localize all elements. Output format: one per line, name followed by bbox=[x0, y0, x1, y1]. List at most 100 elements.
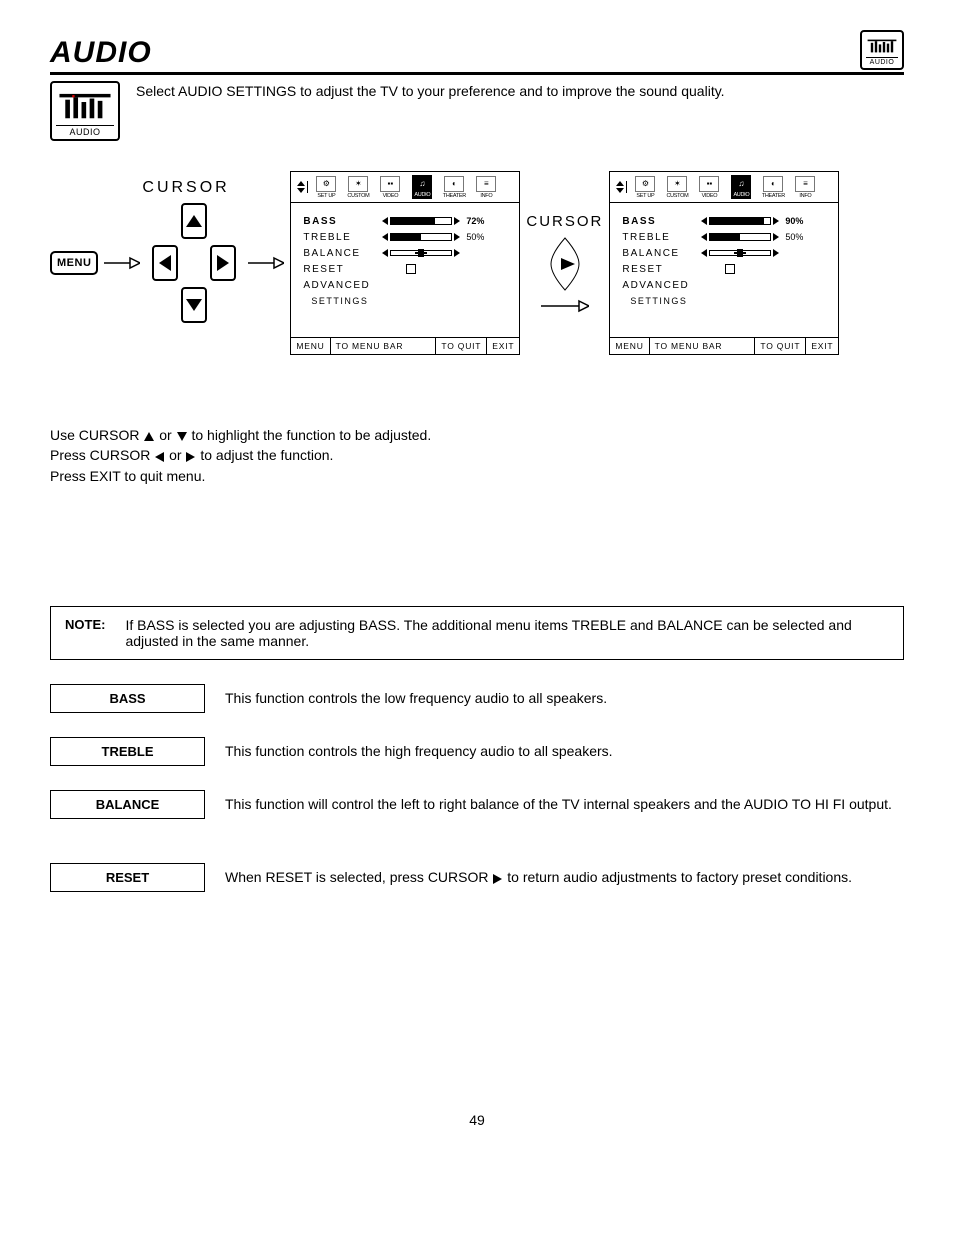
osd-label-settings: SETTINGS bbox=[303, 296, 378, 306]
osd-label-bass: BASS bbox=[622, 216, 697, 227]
cursor-up-button[interactable] bbox=[181, 203, 207, 239]
osd-row-advanced[interactable]: ADVANCED bbox=[622, 277, 828, 293]
header-divider bbox=[50, 72, 904, 75]
cursor-left-button[interactable] bbox=[152, 245, 178, 281]
definition-balance: BALANCE This function will control the l… bbox=[50, 790, 904, 819]
osd-row-settings: SETTINGS bbox=[303, 293, 509, 309]
reset-checkbox[interactable] bbox=[725, 264, 735, 274]
osd-row-settings: SETTINGS bbox=[622, 293, 828, 309]
osd-label-bass: BASS bbox=[303, 216, 378, 227]
def-box-reset: RESET bbox=[50, 863, 205, 892]
treble-value: 50% bbox=[464, 232, 484, 242]
osd-label-treble: TREBLE bbox=[622, 232, 697, 243]
tab-theater[interactable]: ◐THEATER bbox=[758, 176, 788, 199]
balance-slider[interactable] bbox=[382, 249, 460, 257]
osd-row-bass[interactable]: BASS 72% bbox=[303, 213, 509, 229]
intro-text: Select AUDIO SETTINGS to adjust the TV t… bbox=[136, 83, 725, 99]
footer-to-quit: TO QUIT bbox=[755, 338, 806, 354]
footer-to-menu-bar: TO MENU BAR bbox=[331, 338, 437, 354]
equalizer-icon bbox=[56, 86, 114, 125]
tab-setup[interactable]: ⚙SET UP bbox=[630, 176, 660, 199]
audio-icon-intro: AUDIO bbox=[50, 81, 120, 141]
footer-menu: MENU bbox=[610, 338, 649, 354]
tab-video[interactable]: ▪▪VIDEO bbox=[694, 176, 724, 199]
flow-arrow-icon bbox=[248, 255, 284, 271]
osd-row-bass[interactable]: BASS 90% bbox=[622, 213, 828, 229]
footer-exit: EXIT bbox=[806, 338, 838, 354]
right-triangle-icon bbox=[493, 874, 502, 884]
definition-treble: TREBLE This function controls the high f… bbox=[50, 737, 904, 766]
osd-screen-right: ⚙SET UP ✶CUSTOM ▪▪VIDEO ♫AUDIO ◐THEATER … bbox=[609, 171, 839, 355]
treble-slider[interactable] bbox=[701, 233, 779, 241]
tab-custom[interactable]: ✶CUSTOM bbox=[662, 176, 692, 199]
osd-label-reset: RESET bbox=[622, 264, 697, 275]
osd-tab-bar: ⚙SET UP ✶CUSTOM ▪▪VIDEO ♫AUDIO ◐THEATER … bbox=[291, 172, 519, 203]
menu-block: MENU bbox=[50, 251, 140, 275]
topbar-scroll-icon bbox=[614, 181, 627, 193]
audio-icon-label: AUDIO bbox=[866, 57, 898, 66]
osd-row-treble[interactable]: TREBLE 50% bbox=[622, 229, 828, 245]
osd-row-balance[interactable]: BALANCE bbox=[303, 245, 509, 261]
bass-value: 72% bbox=[464, 216, 484, 226]
note-label: NOTE: bbox=[65, 617, 105, 649]
footer-to-quit: TO QUIT bbox=[436, 338, 487, 354]
osd-tab-bar: ⚙SET UP ✶CUSTOM ▪▪VIDEO ♫AUDIO ◐THEATER … bbox=[610, 172, 838, 203]
tab-custom[interactable]: ✶CUSTOM bbox=[343, 176, 373, 199]
osd-row-reset[interactable]: RESET bbox=[303, 261, 509, 277]
osd-footer: MENU TO MENU BAR TO QUIT EXIT bbox=[610, 337, 838, 354]
osd-row-advanced[interactable]: ADVANCED bbox=[303, 277, 509, 293]
diagram-area: MENU CURSOR ⚙SET UP ✶CUSTOM ▪▪VIDEO ♫AUD… bbox=[50, 171, 904, 355]
definition-bass: BASS This function controls the low freq… bbox=[50, 684, 904, 713]
osd-label-balance: BALANCE bbox=[303, 248, 378, 259]
tab-audio[interactable]: ♫AUDIO bbox=[407, 175, 437, 199]
instruction-line-1: Use CURSOR or to highlight the function … bbox=[50, 425, 904, 445]
menu-button[interactable]: MENU bbox=[50, 251, 98, 275]
footer-exit: EXIT bbox=[487, 338, 519, 354]
osd-row-treble[interactable]: TREBLE 50% bbox=[303, 229, 509, 245]
tab-info[interactable]: ≡INFO bbox=[790, 176, 820, 199]
down-triangle-icon bbox=[177, 432, 187, 441]
balance-slider[interactable] bbox=[701, 249, 779, 257]
bass-slider[interactable] bbox=[701, 217, 779, 225]
page-title: AUDIO bbox=[50, 36, 152, 70]
bass-slider[interactable] bbox=[382, 217, 460, 225]
def-text-treble: This function controls the high frequenc… bbox=[225, 743, 904, 759]
footer-menu: MENU bbox=[291, 338, 330, 354]
osd-row-balance[interactable]: BALANCE bbox=[622, 245, 828, 261]
instruction-line-3: Press EXIT to quit menu. bbox=[50, 466, 904, 486]
cursor-label: CURSOR bbox=[142, 179, 229, 197]
dpad-outline-icon bbox=[541, 234, 589, 294]
note-box: NOTE: If BASS is selected you are adjust… bbox=[50, 606, 904, 660]
def-text-bass: This function controls the low frequency… bbox=[225, 690, 904, 706]
def-box-balance: BALANCE bbox=[50, 790, 205, 819]
def-box-treble: TREBLE bbox=[50, 737, 205, 766]
treble-slider[interactable] bbox=[382, 233, 460, 241]
cursor-label: CURSOR bbox=[526, 213, 603, 230]
note-text: If BASS is selected you are adjusting BA… bbox=[125, 617, 889, 649]
tab-video[interactable]: ▪▪VIDEO bbox=[375, 176, 405, 199]
dpad bbox=[146, 203, 242, 323]
tab-theater[interactable]: ◐THEATER bbox=[439, 176, 469, 199]
instruction-line-2: Press CURSOR or to adjust the function. bbox=[50, 445, 904, 465]
page-number: 49 bbox=[50, 1112, 904, 1128]
cursor-down-button[interactable] bbox=[181, 287, 207, 323]
tab-info[interactable]: ≡INFO bbox=[471, 176, 501, 199]
audio-icon-top-right: AUDIO bbox=[860, 30, 904, 70]
osd-label-advanced: ADVANCED bbox=[622, 280, 697, 291]
equalizer-icon bbox=[866, 35, 898, 57]
footer-to-menu-bar: TO MENU BAR bbox=[650, 338, 756, 354]
def-box-bass: BASS bbox=[50, 684, 205, 713]
cursor-right-button[interactable] bbox=[210, 245, 236, 281]
reset-checkbox[interactable] bbox=[406, 264, 416, 274]
osd-label-settings: SETTINGS bbox=[622, 296, 697, 306]
intro-row: AUDIO Select AUDIO SETTINGS to adjust th… bbox=[50, 81, 904, 141]
definition-reset: RESET When RESET is selected, press CURS… bbox=[50, 863, 904, 892]
osd-footer: MENU TO MENU BAR TO QUIT EXIT bbox=[291, 337, 519, 354]
osd-label-advanced: ADVANCED bbox=[303, 280, 378, 291]
tab-setup[interactable]: ⚙SET UP bbox=[311, 176, 341, 199]
def-text-balance: This function will control the left to r… bbox=[225, 796, 904, 812]
cursor-nav-block: CURSOR bbox=[526, 213, 603, 314]
osd-label-treble: TREBLE bbox=[303, 232, 378, 243]
osd-row-reset[interactable]: RESET bbox=[622, 261, 828, 277]
tab-audio[interactable]: ♫AUDIO bbox=[726, 175, 756, 199]
